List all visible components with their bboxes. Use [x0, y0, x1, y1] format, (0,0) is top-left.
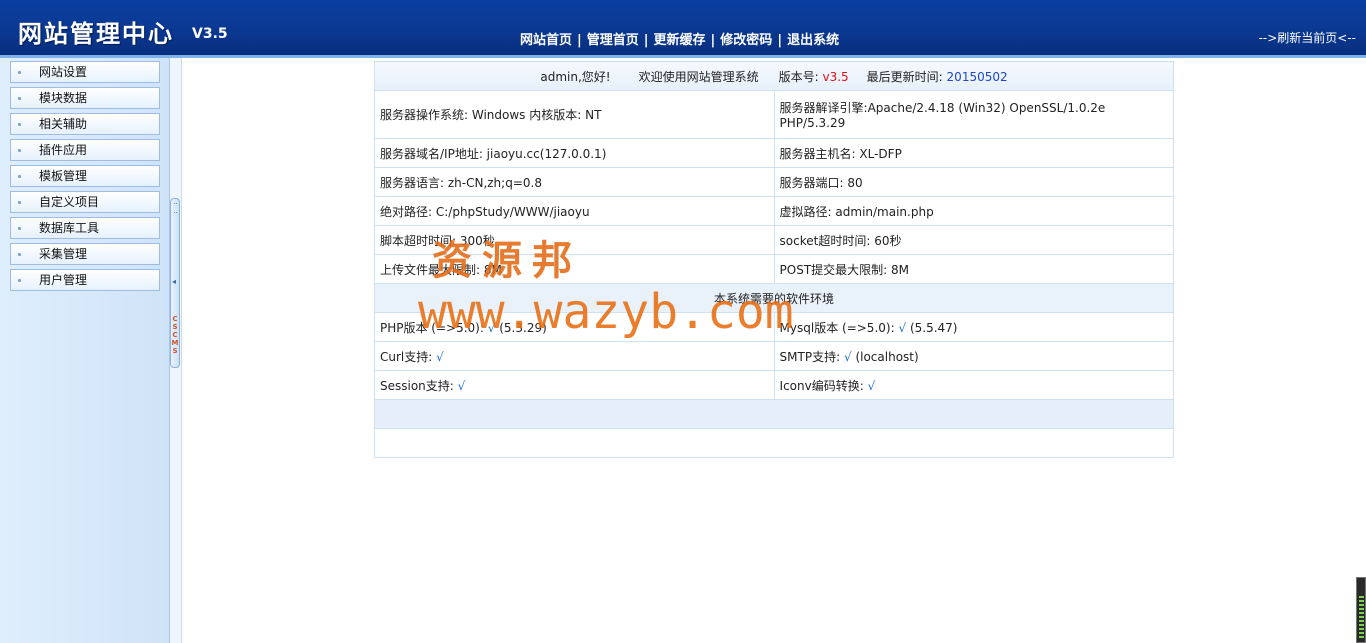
panel-splitter: ◂ CSCMS — [170, 58, 182, 643]
sidebar-item-auxiliary[interactable]: 相关辅助 — [10, 113, 160, 135]
sidebar-item-site-settings[interactable]: 网站设置 — [10, 61, 160, 83]
nav-change-password[interactable]: 修改密码 — [720, 33, 772, 48]
sidebar-item-label: 插件应用 — [39, 143, 88, 157]
welcome-row: admin,您好! 欢迎使用网站管理系统 版本号: v3.5 最后更新时间: 2015… — [374, 61, 1174, 91]
bullet-icon — [18, 175, 21, 178]
sidebar-item-database-tools[interactable]: 数据库工具 — [10, 217, 160, 239]
smtp-label: SMTP支持: — [779, 349, 841, 364]
iconv-label: Iconv编码转换: — [779, 378, 864, 393]
nav-logout[interactable]: 退出系统 — [787, 33, 839, 48]
bullet-icon — [18, 71, 21, 74]
mysql-version-cell: Mysql版本 (=>5.0): √ (5.5.47) — [773, 312, 1175, 342]
bullet-icon — [18, 201, 21, 204]
bullet-icon — [18, 123, 21, 126]
sidebar-item-label: 模块数据 — [39, 91, 88, 105]
post-limit-cell: POST提交最大限制: 8M — [773, 254, 1175, 284]
table-row: 服务器域名/IP地址: jiaoyu.cc(127.0.0.1) 服务器主机名:… — [374, 138, 1175, 168]
bullet-icon — [18, 227, 21, 230]
splitter-toggle-handle[interactable]: ◂ CSCMS — [170, 198, 180, 368]
session-support-cell: Session支持: √ — [374, 370, 775, 400]
nav-update-cache[interactable]: 更新缓存 — [654, 33, 706, 48]
welcome-cell: admin,您好! 欢迎使用网站管理系统 版本号: v3.5 最后更新时间: 2015… — [374, 61, 1174, 91]
server-port-cell: 服务器端口: 80 — [773, 167, 1175, 197]
update-time-value: 20150502 — [946, 69, 1008, 84]
version-label: 版本号: — [778, 69, 819, 84]
sidebar-item-label: 网站设置 — [39, 65, 88, 79]
check-icon: √ — [457, 378, 466, 393]
server-hostname-cell: 服务器主机名: XL-DFP — [773, 138, 1175, 168]
check-icon: √ — [898, 320, 907, 335]
sidebar-item-plugins[interactable]: 插件应用 — [10, 139, 160, 161]
server-language-cell: 服务器语言: zh-CN,zh;q=0.8 — [374, 167, 775, 197]
iconv-support-cell: Iconv编码转换: √ — [773, 370, 1175, 400]
volume-meter-widget[interactable] — [1356, 577, 1366, 643]
nav-separator: | — [643, 33, 649, 48]
nav-separator: | — [577, 33, 582, 48]
nav-separator: | — [710, 33, 716, 48]
server-domain-cell: 服务器域名/IP地址: jiaoyu.cc(127.0.0.1) — [374, 138, 775, 168]
table-row: 绝对路径: C:/phpStudy/WWW/jiaoyu 虚拟路径: admin… — [374, 196, 1175, 226]
blank-cell — [374, 428, 1174, 458]
level-bars-icon — [1359, 596, 1364, 640]
splitter-brand-label: CSCMS — [171, 315, 179, 355]
table-row: Curl支持: √ SMTP支持: √ (localhost) — [374, 341, 1175, 371]
grip-icon — [174, 203, 177, 213]
sidebar-item-module-data[interactable]: 模块数据 — [10, 87, 160, 109]
nav-site-home[interactable]: 网站首页 — [520, 33, 572, 48]
check-icon: √ — [843, 349, 852, 364]
top-header: 网站管理中心 V3.5 网站首页 | 管理首页 | 更新缓存 | 修改密码 | 退出系统 -->… — [0, 0, 1366, 58]
sidebar-item-label: 自定义项目 — [39, 195, 100, 209]
blank-row — [374, 428, 1174, 458]
sidebar: 网站设置 模块数据 相关辅助 插件应用 模板管理 自定义项目 数据库工具 采集管… — [0, 58, 170, 643]
check-icon: √ — [867, 378, 876, 393]
footer-bar-cell — [374, 399, 1174, 429]
virtual-path-cell: 虚拟路径: admin/main.php — [773, 196, 1175, 226]
footer-bar-row — [374, 399, 1174, 429]
app-title: 网站管理中心 — [18, 20, 174, 48]
table-row: 服务器操作系统: Windows 内核版本: NT 服务器解译引擎:Apache… — [374, 90, 1175, 139]
welcome-message: 欢迎使用网站管理系统 — [638, 69, 759, 84]
top-nav: 网站首页 | 管理首页 | 更新缓存 | 修改密码 | 退出系统 — [520, 29, 839, 48]
curl-support-cell: Curl支持: √ — [374, 341, 775, 371]
sidebar-item-label: 模板管理 — [39, 169, 88, 183]
absolute-path-cell: 绝对路径: C:/phpStudy/WWW/jiaoyu — [374, 196, 775, 226]
session-label: Session支持: — [380, 378, 454, 393]
mysql-version-label: Mysql版本 (=>5.0): — [779, 320, 895, 335]
mysql-version-value: (5.5.47) — [909, 320, 958, 335]
sidebar-item-label: 数据库工具 — [39, 221, 100, 235]
sidebar-item-label: 采集管理 — [39, 247, 88, 261]
smtp-value: (localhost) — [855, 349, 919, 364]
server-engine-cell: 服务器解译引擎:Apache/2.4.18 (Win32) OpenSSL/1.… — [773, 90, 1175, 139]
sidebar-item-custom-items[interactable]: 自定义项目 — [10, 191, 160, 213]
watermark-url: www.wazyb.com — [418, 284, 794, 340]
greeting-text: admin,您好! — [540, 69, 611, 84]
version-value: v3.5 — [822, 69, 849, 84]
socket-timeout-cell: socket超时时间: 60秒 — [773, 225, 1175, 255]
bullet-icon — [18, 149, 21, 152]
bullet-icon — [18, 97, 21, 100]
sidebar-item-label: 相关辅助 — [39, 117, 88, 131]
nav-admin-home[interactable]: 管理首页 — [587, 33, 639, 48]
check-icon: √ — [436, 349, 444, 364]
table-row: 服务器语言: zh-CN,zh;q=0.8 服务器端口: 80 — [374, 167, 1175, 197]
update-time-label: 最后更新时间: — [866, 69, 943, 84]
watermark-chinese: 资源邦 — [432, 237, 582, 284]
bullet-icon — [18, 279, 21, 282]
collapse-arrow-icon: ◂ — [172, 277, 177, 286]
refresh-link[interactable]: -->刷新当前页<-- — [1259, 29, 1356, 46]
bullet-icon — [18, 253, 21, 256]
nav-separator: | — [777, 33, 783, 48]
sidebar-menu: 网站设置 模块数据 相关辅助 插件应用 模板管理 自定义项目 数据库工具 采集管… — [0, 58, 169, 291]
server-os-cell: 服务器操作系统: Windows 内核版本: NT — [374, 90, 775, 139]
sidebar-item-users[interactable]: 用户管理 — [10, 269, 160, 291]
sidebar-item-label: 用户管理 — [39, 273, 88, 287]
table-row: Session支持: √ Iconv编码转换: √ — [374, 370, 1175, 400]
smtp-support-cell: SMTP支持: √ (localhost) — [773, 341, 1175, 371]
curl-label: Curl支持: — [380, 349, 433, 364]
sidebar-item-collection[interactable]: 采集管理 — [10, 243, 160, 265]
app-version: V3.5 — [192, 26, 228, 42]
sidebar-item-templates[interactable]: 模板管理 — [10, 165, 160, 187]
